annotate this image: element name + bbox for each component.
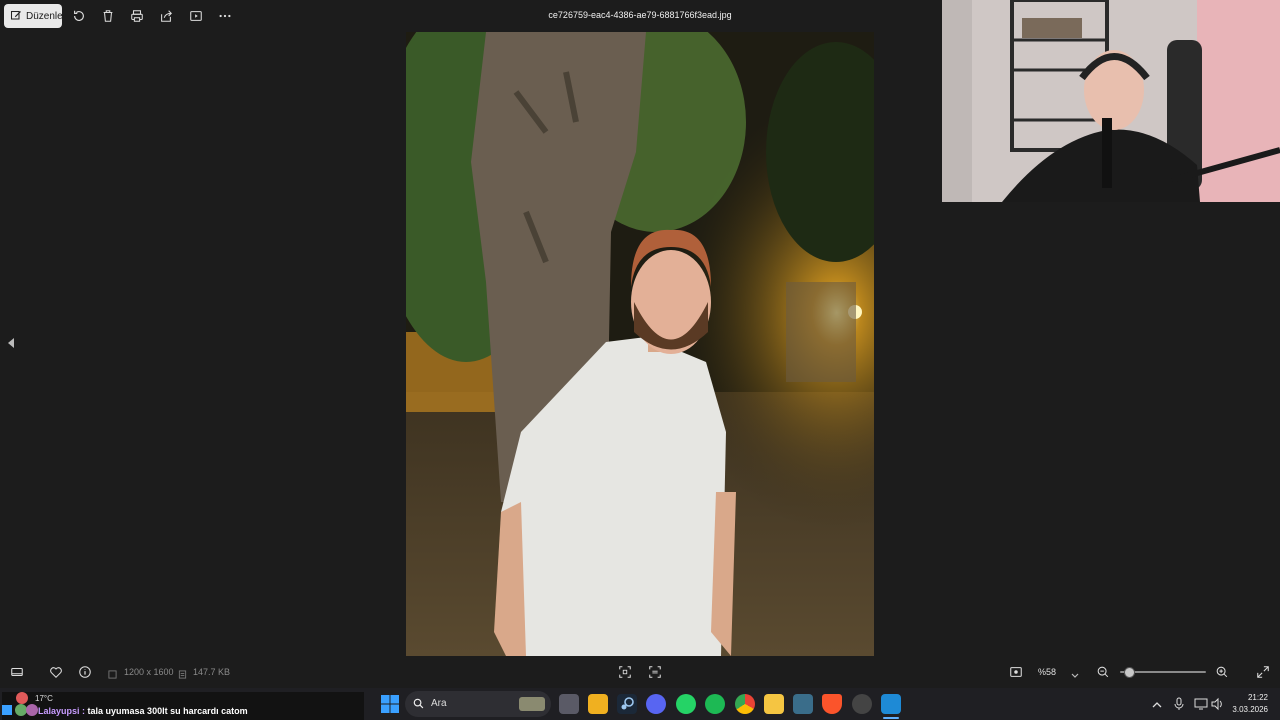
delete-icon[interactable] <box>100 8 116 24</box>
webcam-overlay <box>942 0 1280 202</box>
notification-badge-icon <box>16 692 28 704</box>
info-icon[interactable] <box>77 664 93 680</box>
weather-temperature: 17°C <box>35 694 53 703</box>
zoom-slider[interactable] <box>1120 667 1206 678</box>
screenshot-icon[interactable] <box>1008 664 1024 680</box>
spotify-icon[interactable] <box>705 694 725 714</box>
chat-message: Lalayupsi : tala uyumasa 300lt su harcar… <box>38 706 248 716</box>
obs-icon[interactable] <box>852 694 872 714</box>
discord-icon[interactable] <box>646 694 666 714</box>
chat-username: Lalayupsi : <box>38 706 86 716</box>
chat-message-text: tala uyumasa 300lt su harcardı catom <box>87 706 248 716</box>
network-icon[interactable] <box>1194 697 1208 714</box>
previous-image-button[interactable] <box>4 334 18 354</box>
file-size: 147.7 KB <box>193 667 231 677</box>
settings-gear-icon[interactable] <box>793 694 813 714</box>
volume-icon[interactable] <box>1210 697 1224 714</box>
edit-button[interactable]: Düzenle <box>4 4 63 28</box>
task-view-icon[interactable] <box>559 694 579 714</box>
brave-browser-icon[interactable] <box>822 694 842 714</box>
app-icon <box>2 705 12 715</box>
active-app-indicator <box>883 717 899 719</box>
zoom-in-icon[interactable] <box>1214 664 1230 680</box>
taskbar-clock-time[interactable]: 21:22 <box>1238 693 1268 702</box>
chevron-up-icon[interactable] <box>1152 698 1162 712</box>
favorite-heart-icon[interactable] <box>48 664 64 680</box>
chat-ticker-overlay: 17°C Lalayupsi : tala uyumasa 300lt su h… <box>2 692 364 720</box>
slideshow-icon[interactable] <box>188 8 204 24</box>
chrome-icon[interactable] <box>735 694 755 714</box>
steam-icon[interactable] <box>617 694 637 714</box>
edit-button-label: Düzenle <box>26 10 63 22</box>
search-icon <box>413 698 424 712</box>
share-icon[interactable] <box>158 8 174 24</box>
filmstrip-icon[interactable] <box>9 664 25 680</box>
user-avatar-icon-2 <box>26 704 38 716</box>
chevron-down-icon <box>1071 668 1079 682</box>
top-toolbar: Düzenle ce726759-eac4-4386-ae79-6881766f… <box>0 0 940 32</box>
file-name: ce726759-eac4-4386-ae79-6881766f3ead.jpg <box>548 10 732 20</box>
zoom-slider-thumb[interactable] <box>1123 667 1135 678</box>
zoom-level-select[interactable]: %58 <box>1038 667 1056 677</box>
file-explorer-icon[interactable] <box>764 694 784 714</box>
taskbar-clock-date[interactable]: 3.03.2026 <box>1230 705 1268 714</box>
displayed-photo <box>406 32 874 656</box>
whatsapp-icon[interactable] <box>676 694 696 714</box>
search-highlight-icon <box>519 697 545 711</box>
image-dimensions-icon <box>108 668 117 682</box>
bottom-statusbar: 1200 x 1600 147.7 KB %58 <box>0 656 1280 688</box>
actual-size-icon[interactable] <box>647 664 663 680</box>
file-size-icon <box>178 668 187 682</box>
rotate-icon[interactable] <box>71 8 87 24</box>
edit-icon <box>10 10 22 22</box>
microphone-icon[interactable] <box>1174 697 1184 714</box>
more-options-icon[interactable] <box>217 8 233 24</box>
windows-start-icon[interactable] <box>380 694 400 714</box>
zoom-out-icon[interactable] <box>1095 664 1111 680</box>
fit-to-window-icon[interactable] <box>617 664 633 680</box>
fullscreen-icon[interactable] <box>1255 664 1271 680</box>
chevron-left-icon <box>7 337 15 351</box>
taskbar-search[interactable]: Ara <box>405 691 551 717</box>
print-icon[interactable] <box>129 8 145 24</box>
image-dimensions: 1200 x 1600 <box>124 667 174 677</box>
microsoft-store-icon[interactable] <box>588 694 608 714</box>
photos-app-icon[interactable] <box>881 694 901 714</box>
search-placeholder: Ara <box>431 698 447 709</box>
